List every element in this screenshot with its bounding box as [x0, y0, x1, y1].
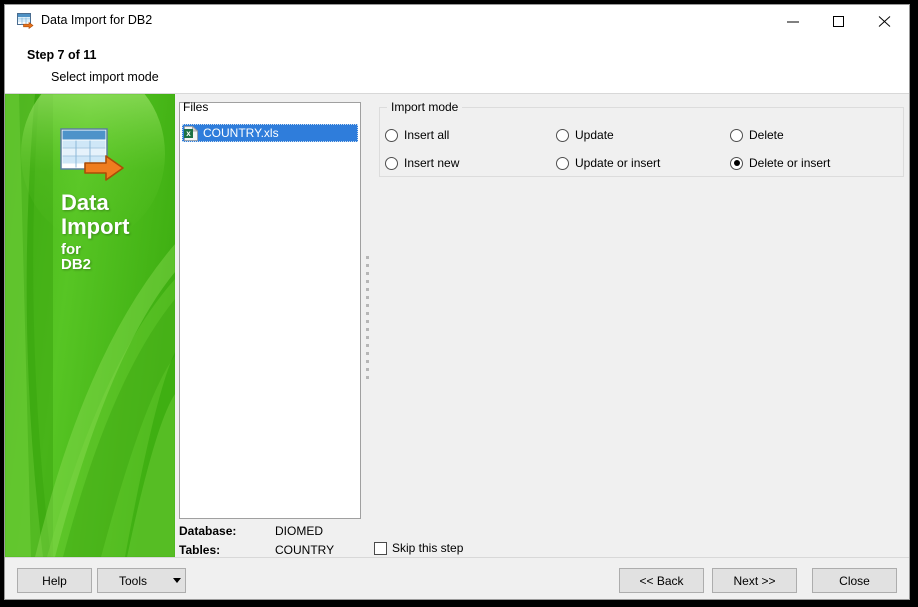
back-button[interactable]: << Back	[619, 568, 704, 593]
step-subtitle: Select import mode	[51, 70, 159, 84]
radio-update[interactable]: Update	[556, 128, 614, 142]
step-header: Step 7 of 11 Select import mode	[5, 38, 909, 94]
help-button[interactable]: Help	[17, 568, 92, 593]
skip-this-step-label: Skip this step	[392, 541, 464, 555]
minimize-button[interactable]	[771, 5, 817, 37]
radio-mark	[385, 156, 398, 170]
radio-label: Update or insert	[575, 156, 661, 170]
svg-text:x: x	[186, 129, 191, 138]
files-list[interactable]: x COUNTRY.xls	[179, 102, 361, 519]
close-button[interactable]	[863, 5, 909, 37]
radio-mark	[556, 128, 569, 142]
brand-line-3: for	[61, 241, 81, 258]
step-indicator: Step 7 of 11	[27, 48, 97, 62]
window-title: Data Import for DB2	[41, 13, 153, 27]
brand-line-2: Import	[61, 214, 130, 239]
checkbox-box	[374, 541, 387, 555]
branding-title: Data Import for DB2	[61, 190, 130, 273]
radio-label: Insert all	[404, 128, 450, 142]
maximize-button[interactable]	[817, 5, 863, 37]
radio-update-or-insert[interactable]: Update or insert	[556, 156, 660, 170]
radio-mark	[730, 156, 743, 170]
radio-label: Insert new	[404, 156, 460, 170]
radio-insert-new[interactable]: Insert new	[385, 156, 459, 170]
brand-line-4: DB2	[61, 256, 92, 273]
panel-splitter[interactable]	[364, 254, 371, 384]
radio-label: Delete or insert	[749, 156, 831, 170]
radio-mark	[730, 128, 743, 142]
radio-delete[interactable]: Delete	[730, 128, 784, 142]
spreadsheet-import-icon	[57, 126, 127, 188]
database-label: Database:	[179, 524, 237, 538]
import-mode-title: Import mode	[387, 100, 463, 114]
chevron-down-icon[interactable]	[168, 568, 186, 593]
radio-delete-or-insert[interactable]: Delete or insert	[730, 156, 830, 170]
list-item[interactable]: x COUNTRY.xls	[182, 124, 358, 142]
title-bar: Data Import for DB2	[5, 5, 909, 38]
radio-mark	[556, 156, 569, 170]
close-dialog-button[interactable]: Close	[812, 568, 897, 593]
excel-file-icon: x	[184, 125, 199, 141]
database-value: DIOMED	[275, 524, 323, 538]
content-area: x COUNTRY.xls Files Database: DIOMED Tab…	[175, 94, 909, 557]
footer-bar: Help Tools << Back Next >> Close	[5, 557, 909, 599]
radio-label: Update	[575, 128, 614, 142]
tools-button[interactable]: Tools	[97, 568, 169, 593]
radio-insert-all[interactable]: Insert all	[385, 128, 449, 142]
tables-label: Tables:	[179, 543, 221, 557]
skip-this-step-checkbox[interactable]: Skip this step	[374, 541, 463, 555]
radio-label: Delete	[749, 128, 784, 142]
brand-line-1: Data	[61, 190, 109, 215]
application-window: Data Import for DB2 Step 7 of 11 Select …	[4, 4, 910, 600]
data-import-icon	[17, 13, 34, 30]
radio-mark	[385, 128, 398, 142]
branding-panel: Data Import for DB2	[5, 94, 175, 557]
list-item-label: COUNTRY.xls	[203, 126, 279, 140]
next-button[interactable]: Next >>	[712, 568, 797, 593]
tables-value: COUNTRY	[275, 543, 335, 557]
files-label: Files	[183, 100, 209, 114]
